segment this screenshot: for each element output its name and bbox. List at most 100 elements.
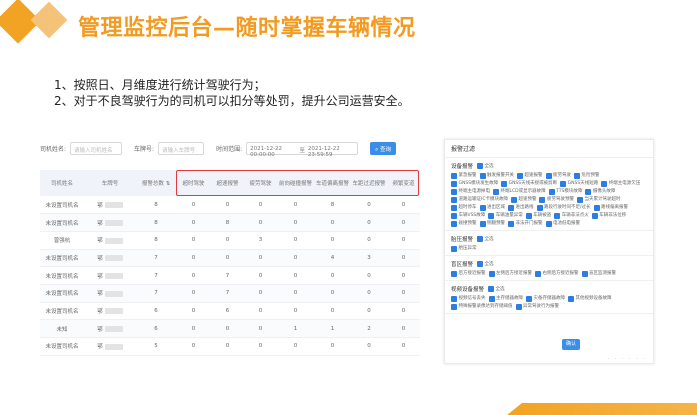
filter-checkbox[interactable]: 路段行驶时间不足/过长 [536, 204, 591, 211]
table-cell: 鄂 [84, 302, 136, 321]
filter-checkbox[interactable]: GNSS模块发生故障 [451, 180, 498, 187]
filter-checkbox[interactable]: 路线偏离报警 [593, 204, 628, 211]
filter-group: 设备报警 全选 紧急报警 触发报警开关 超速报警 疲劳驾驶 危险预警 GNSS模块发生故障 GN… [445, 158, 653, 231]
checkbox-checked-icon [517, 172, 523, 179]
table-cell: 3 [351, 249, 387, 268]
filter-checkbox[interactable]: 侧翻预警 [479, 220, 505, 227]
checkbox-checked-icon [451, 245, 457, 252]
select-all-checkbox[interactable]: 全选 [477, 236, 494, 243]
table-cell: 0 [351, 196, 387, 215]
filter-checkbox[interactable]: 终端LCD或显示器故障 [493, 188, 546, 195]
filter-checkbox[interactable]: 灾备存储器故障 [526, 295, 565, 302]
table-cell: 0 [351, 266, 387, 285]
table-cell: 1 [314, 319, 351, 338]
checkbox-checked-icon [545, 220, 552, 227]
filter-checkbox[interactable]: 异常驾驶行为报警 [515, 303, 559, 310]
table-cell: 未设置司机名 [40, 284, 84, 303]
checkbox-checked-icon [536, 204, 543, 211]
table-cell: 0 [387, 196, 420, 215]
table-cell: 0 [176, 337, 211, 356]
table-cell: 1 [277, 319, 314, 338]
filter-checkbox[interactable]: 终端主电源欠压 [601, 180, 640, 187]
select-all-checkbox[interactable]: 全选 [477, 261, 494, 268]
filter-checkbox[interactable]: 右侧后方接近报警 [535, 270, 579, 277]
table-cell: 8 [136, 231, 176, 250]
filter-checkbox[interactable]: 特殊报警录像达到存储阈值 [451, 303, 513, 310]
table-cell: 未知 [40, 319, 84, 338]
filter-checkbox[interactable]: GNSS天线未接或被剪断 [501, 180, 557, 187]
filter-checkbox[interactable]: 电池低电报警 [545, 220, 580, 227]
table-cell: 鄂 [84, 319, 136, 338]
filter-checkbox[interactable]: TTS模块故障 [548, 188, 582, 195]
filter-checkbox[interactable]: 紧急报警 [451, 172, 477, 179]
table-cell: 0 [277, 302, 314, 321]
checkbox-checked-icon [508, 204, 514, 211]
table-cell: 鄂 [84, 231, 136, 250]
filter-checkbox[interactable]: 主存储器故障 [488, 295, 523, 302]
table-cell: 0 [211, 319, 244, 338]
filter-checkbox[interactable]: 疲劳驾驶预警 [539, 196, 574, 203]
filter-checkbox[interactable]: 车辆被盗 [525, 212, 551, 219]
table-cell: 0 [387, 231, 420, 250]
table-cell: 8 [314, 196, 351, 215]
table-cell: 0 [314, 213, 351, 232]
table-cell: 0 [176, 284, 211, 303]
alert-columns-highlight [176, 170, 419, 196]
table-cell: 8 [136, 196, 176, 215]
col-driver: 司机姓名 [40, 170, 84, 196]
confirm-button[interactable]: 确认 [562, 339, 580, 350]
filter-checkbox[interactable]: 危险预警 [574, 172, 600, 179]
filter-checkbox[interactable]: GNSS天线短路 [560, 180, 598, 187]
filter-checkbox[interactable]: 胎压异常 [451, 245, 477, 252]
filter-checkbox[interactable]: 终端主电源掉电 [451, 188, 490, 195]
filter-checkbox[interactable]: 摄像头故障 [585, 188, 615, 195]
redacted-plate [104, 237, 123, 244]
plate-input[interactable]: 请输入车牌号 [158, 141, 205, 155]
table-cell: 0 [244, 284, 277, 303]
filter-checkbox[interactable]: 疲劳驾驶 [545, 172, 571, 179]
filter-checkbox[interactable]: 左侧后方接近报警 [488, 270, 532, 277]
checkbox-checked-icon [581, 270, 588, 277]
filter-checkbox[interactable]: 车辆非法点火 [554, 212, 589, 219]
filter-checkbox[interactable]: 道路运输证IC卡模块故障 [451, 196, 508, 203]
table-cell: 0 [277, 213, 314, 232]
filter-checkbox[interactable]: 车辆油量异常 [488, 212, 523, 219]
filter-panel-title: 报警过滤 [445, 140, 653, 158]
select-all-checkbox[interactable]: 全选 [488, 286, 505, 293]
checkbox-checked-icon [548, 188, 555, 195]
search-button[interactable]: ⌕ 查询 [370, 141, 396, 155]
table-cell: 鄂 [84, 266, 136, 285]
filter-items: 胎压异常 [451, 245, 647, 252]
filter-checkbox[interactable]: 碰撞预警 [451, 220, 477, 227]
filter-checkbox[interactable]: 车辆VSS故障 [451, 212, 485, 219]
table-cell: 2 [351, 319, 387, 338]
table-cell: 0 [351, 337, 387, 356]
filter-checkbox[interactable]: 进出路线 [508, 204, 534, 211]
filter-checkbox[interactable]: 后方接近报警 [451, 270, 486, 277]
col-total[interactable]: 报警总数 ⇅ [136, 170, 176, 196]
feature-list: 1、按照日、月维度进行统计驾驶行为； 2、对于不良驾驶行为的司机可以扣分等处罚，… [54, 77, 410, 109]
table-row: 曾强杭鄂 8 0 0 3 0 0 0 0 [40, 231, 420, 250]
filter-checkbox[interactable]: 视频信号丢失 [451, 295, 486, 302]
table-cell: 0 [277, 266, 314, 285]
time-range-input[interactable]: 2021-12-22 00:00:00 至 2021-12-22 23:59:5… [246, 141, 359, 158]
table-cell: 0 [211, 249, 244, 268]
redacted-plate [104, 202, 123, 209]
table-cell: 0 [244, 249, 277, 268]
filter-checkbox[interactable]: 当天累计驾驶超时 [576, 196, 620, 203]
filter-items: 紧急报警 触发报警开关 超速报警 疲劳驾驶 危险预警 GNSS模块发生故障 GNSS天线未接… [451, 172, 647, 227]
filter-checkbox[interactable]: 超速预警 [510, 196, 536, 203]
filter-checkbox[interactable]: 车辆非法位移 [591, 212, 626, 219]
filter-checkbox[interactable]: 超时停车 [451, 204, 477, 211]
filter-checkbox[interactable]: 非法开门报警 [508, 220, 543, 227]
table-cell: 0 [387, 337, 420, 356]
driver-input[interactable]: 请输入司机姓名 [70, 141, 123, 155]
filter-checkbox[interactable]: 触发报警开关 [479, 172, 514, 179]
filter-checkbox[interactable]: 盲区监测报警 [581, 270, 616, 277]
table-cell: 0 [351, 284, 387, 303]
filter-checkbox[interactable]: 进出区域 [479, 204, 505, 211]
filter-checkbox[interactable]: 其他视频设备故障 [568, 295, 612, 302]
table-cell: 0 [277, 337, 314, 356]
select-all-checkbox[interactable]: 全选 [477, 163, 494, 170]
filter-checkbox[interactable]: 超速报警 [517, 172, 543, 179]
